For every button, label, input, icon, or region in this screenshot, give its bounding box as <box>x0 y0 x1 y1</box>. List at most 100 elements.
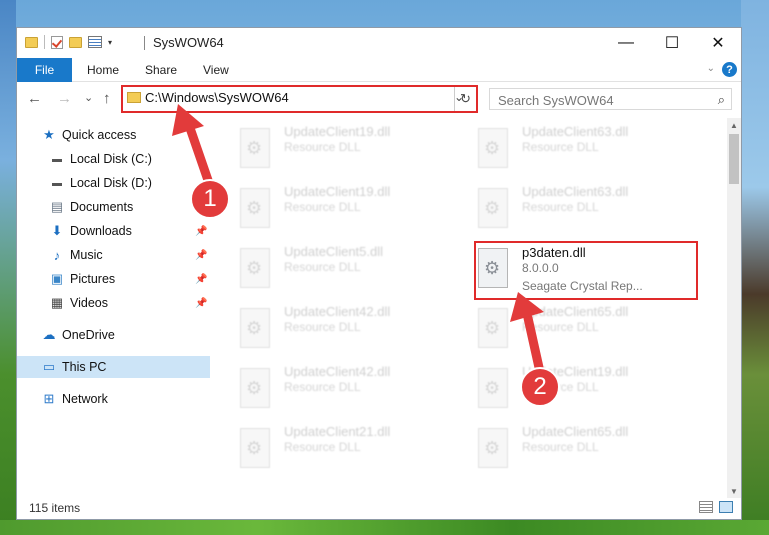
large-icons-view-icon[interactable] <box>719 501 733 513</box>
file-name: UpdateClient42.dll <box>284 304 391 319</box>
sidebar-item-quick-access[interactable]: ★ Quick access <box>17 124 210 146</box>
pin-icon[interactable]: 📌 <box>195 250 207 261</box>
folder-icon[interactable] <box>25 36 38 48</box>
file-tile[interactable]: UpdateClient42.dll Resource DLL <box>212 362 432 418</box>
dll-file-icon <box>478 248 508 288</box>
sidebar-item-label: Network <box>62 392 108 406</box>
tab-share[interactable]: Share <box>145 58 177 82</box>
toolbar-separator <box>44 35 45 49</box>
file-type: Resource DLL <box>284 140 361 154</box>
details-view-icon[interactable] <box>699 501 713 513</box>
scroll-down-arrow-icon[interactable]: ▼ <box>727 484 741 498</box>
help-icon[interactable]: ? <box>722 62 737 77</box>
tab-home[interactable]: Home <box>87 58 119 82</box>
sidebar-item-local-disk-c[interactable]: ▬ Local Disk (C:) <box>17 148 210 170</box>
file-type: Resource DLL <box>284 320 361 334</box>
address-bar[interactable]: C:\Windows\SysWOW64 ⌄ <box>125 89 474 109</box>
file-list: UpdateClient19.dll Resource DLL UpdateCl… <box>212 118 728 498</box>
desktop-background-right <box>741 0 769 535</box>
back-arrow-icon[interactable]: ← <box>27 90 42 107</box>
dll-file-icon <box>240 188 270 228</box>
ribbon-tabs: File Home Share View ⌄ ? <box>17 58 741 82</box>
navigation-bar: ← → ⌄ ↑ C:\Windows\SysWOW64 ⌄ ↻ Search S… <box>17 83 741 115</box>
dll-file-icon <box>478 308 508 348</box>
file-tile[interactable]: UpdateClient19.dll Resource DLL <box>212 122 432 178</box>
minimize-button[interactable]: — <box>603 28 649 57</box>
dll-file-icon <box>478 428 508 468</box>
pin-icon[interactable]: 📌 <box>195 226 207 237</box>
desktop-background-bottom <box>0 520 769 535</box>
sidebar-item-pictures[interactable]: ▣ Pictures 📌 <box>17 268 210 290</box>
sidebar-item-label: This PC <box>62 360 107 374</box>
navigation-pane: ★ Quick access ▬ Local Disk (C:) ▬ Local… <box>17 118 210 498</box>
downloads-icon: ⬇ <box>51 223 63 238</box>
close-button[interactable]: ✕ <box>695 28 741 57</box>
file-tile[interactable]: UpdateClient19.dll Resource DLL <box>212 182 432 238</box>
file-type: Resource DLL <box>284 260 361 274</box>
dll-file-icon <box>478 188 508 228</box>
computer-icon: ▭ <box>42 359 56 374</box>
scroll-up-arrow-icon[interactable]: ▲ <box>727 118 741 132</box>
file-name: UpdateClient5.dll <box>284 244 384 259</box>
customize-toolbar-chevron-icon[interactable]: ▾ <box>108 38 112 47</box>
vertical-scrollbar[interactable]: ▲ ▼ <box>727 118 741 498</box>
sidebar-item-onedrive[interactable]: ☁ OneDrive <box>17 324 210 346</box>
dll-file-icon <box>478 368 508 408</box>
dll-file-icon <box>240 308 270 348</box>
scrollbar-thumb[interactable] <box>729 134 739 184</box>
recent-locations-chevron-icon[interactable]: ⌄ <box>84 91 93 104</box>
sidebar-item-label: Pictures <box>70 272 116 286</box>
new-folder-icon[interactable] <box>69 36 82 48</box>
maximize-button[interactable]: ☐ <box>649 28 695 57</box>
sidebar-item-label: OneDrive <box>62 328 115 342</box>
properties-check-icon[interactable] <box>51 35 63 49</box>
file-name: UpdateClient21.dll <box>284 424 391 439</box>
pin-icon[interactable]: 📌 <box>195 298 207 309</box>
search-box[interactable]: Search SysWOW64 ⌕ <box>489 88 732 110</box>
refresh-button[interactable]: ↻ <box>454 87 476 111</box>
step-1-badge: 1 <box>190 179 230 219</box>
pin-icon[interactable]: 📌 <box>195 274 207 285</box>
file-name: UpdateClient63.dll <box>522 124 629 139</box>
sidebar-item-local-disk-d[interactable]: ▬ Local Disk (D:) <box>17 172 210 194</box>
step-2-badge: 2 <box>520 367 560 407</box>
file-tile[interactable]: UpdateClient63.dll Resource DLL <box>450 122 670 178</box>
file-tile[interactable]: UpdateClient65.dll Resource DLL <box>450 302 670 358</box>
search-input[interactable]: Search SysWOW64 <box>498 93 614 108</box>
quick-access-toolbar: ▾ <box>25 35 112 49</box>
item-count: 115 items <box>29 501 81 515</box>
sidebar-item-label: Local Disk (C:) <box>70 152 152 166</box>
sidebar-item-downloads[interactable]: ⬇ Downloads 📌 <box>17 220 210 242</box>
file-tile[interactable]: UpdateClient21.dll Resource DLL <box>212 422 432 478</box>
file-type: Resource DLL <box>522 140 599 154</box>
sidebar-item-videos[interactable]: ▦ Videos 📌 <box>17 292 210 314</box>
file-tile[interactable]: UpdateClient19.dll Resource DLL <box>450 362 670 418</box>
properties-icon[interactable] <box>88 36 102 48</box>
tab-file[interactable]: File <box>17 58 72 82</box>
window-title: SysWOW64 <box>153 35 224 50</box>
file-name: UpdateClient65.dll <box>522 424 629 439</box>
up-arrow-icon[interactable]: ↑ <box>103 90 111 107</box>
file-tile[interactable]: UpdateClient65.dll Resource DLL <box>450 422 670 478</box>
file-type: Resource DLL <box>522 320 599 334</box>
sidebar-item-network[interactable]: ⊞ Network <box>17 388 210 410</box>
file-tile[interactable]: UpdateClient63.dll Resource DLL <box>450 182 670 238</box>
sidebar-item-label: Videos <box>70 296 108 310</box>
file-name: UpdateClient42.dll <box>284 364 391 379</box>
refresh-icon: ↻ <box>460 91 471 106</box>
expand-ribbon-chevron-icon[interactable]: ⌄ <box>707 63 715 74</box>
sidebar-item-music[interactable]: ♪ Music 📌 <box>17 244 210 266</box>
tab-view[interactable]: View <box>203 58 229 82</box>
folder-icon <box>127 92 141 103</box>
file-name: UpdateClient63.dll <box>522 184 629 199</box>
file-tile-p3daten-dll[interactable]: p3daten.dll 8.0.0.0 Seagate Crystal Rep.… <box>474 241 698 300</box>
file-tile[interactable]: UpdateClient42.dll Resource DLL <box>212 302 432 358</box>
dll-file-icon <box>240 128 270 168</box>
star-icon: ★ <box>43 127 55 142</box>
sidebar-item-documents[interactable]: ▤ Documents <box>17 196 210 218</box>
file-type: Resource DLL <box>284 440 361 454</box>
file-tile[interactable]: UpdateClient5.dll Resource DLL <box>212 242 432 298</box>
dll-file-icon <box>240 368 270 408</box>
forward-arrow-icon[interactable]: → <box>57 90 72 107</box>
sidebar-item-this-pc[interactable]: ▭ This PC <box>17 356 210 378</box>
